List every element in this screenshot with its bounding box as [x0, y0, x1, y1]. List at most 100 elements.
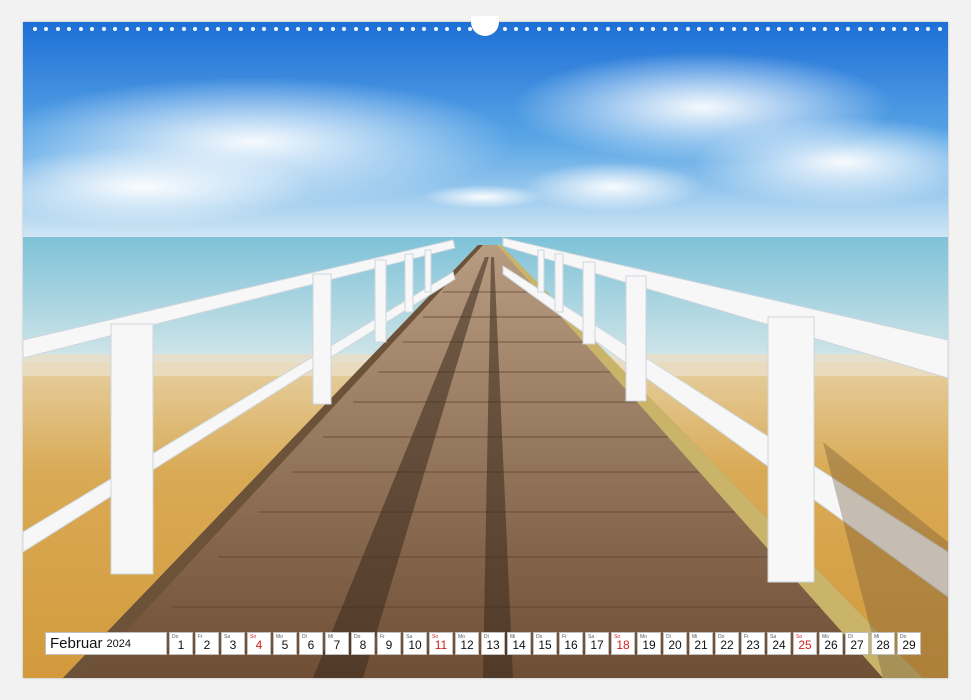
binding-hole: [376, 27, 381, 31]
day-number: 10: [408, 638, 422, 652]
day-cell: Fr 2: [195, 632, 219, 655]
binding-hole: [548, 27, 553, 31]
day-number: 23: [746, 638, 760, 652]
day-cell: Sa 24: [767, 632, 791, 655]
binding-hole: [594, 27, 599, 31]
day-cell: Mi 21: [689, 632, 713, 655]
day-number: 19: [642, 638, 656, 652]
binding-hole: [869, 27, 874, 31]
binding-hole: [101, 27, 106, 31]
binding-hole: [44, 27, 49, 31]
binding-hole: [777, 27, 782, 31]
day-number: 13: [486, 638, 500, 652]
binding-hole: [502, 27, 507, 31]
binding-hole: [353, 27, 358, 31]
day-number: 5: [281, 638, 289, 652]
day-number: 12: [460, 638, 474, 652]
day-number: 7: [333, 638, 341, 652]
binding-hole: [720, 27, 725, 31]
month-name: Februar: [50, 635, 103, 652]
day-number: 22: [720, 638, 734, 652]
binding-hole: [788, 27, 793, 31]
day-number: 14: [512, 638, 526, 652]
binding-hole: [342, 27, 347, 31]
day-number: 24: [772, 638, 786, 652]
binding-hole: [433, 27, 438, 31]
month-year: 2024: [106, 637, 132, 650]
binding-hole: [124, 27, 129, 31]
day-number: 20: [668, 638, 682, 652]
binding-hole: [319, 27, 324, 31]
binding-hole: [445, 27, 450, 31]
binding-hole: [250, 27, 255, 31]
day-cell: Di 13: [481, 632, 505, 655]
day-number: 8: [359, 638, 367, 652]
binding-hole: [617, 27, 622, 31]
binding-hole: [697, 27, 702, 31]
day-cell: So 25: [793, 632, 817, 655]
binding-hole: [307, 27, 312, 31]
binding-hole: [158, 27, 163, 31]
binding-hole: [262, 27, 267, 31]
binding-hole: [937, 27, 942, 31]
binding-hole: [204, 27, 209, 31]
day-number: 1: [177, 638, 185, 652]
binding-hole: [731, 27, 736, 31]
binding-hole: [651, 27, 656, 31]
binding-hole: [743, 27, 748, 31]
binding-hole: [662, 27, 667, 31]
day-cell: Mo 5: [273, 632, 297, 655]
day-number: 29: [902, 638, 916, 652]
binding-hole: [136, 27, 141, 31]
day-number: 28: [876, 638, 890, 652]
day-number: 18: [616, 638, 630, 652]
pier-photo: [23, 22, 948, 678]
binding-hole: [914, 27, 919, 31]
day-number: 11: [434, 638, 448, 652]
binding-hole: [754, 27, 759, 31]
day-cell: Do 1: [169, 632, 193, 655]
binding-hole: [456, 27, 461, 31]
binding-hole: [582, 27, 587, 31]
binding-hole: [834, 27, 839, 31]
day-number: 17: [590, 638, 604, 652]
binding-hole: [365, 27, 370, 31]
binding-hole: [170, 27, 175, 31]
binding-hole: [536, 27, 541, 31]
day-cell: Mi 14: [507, 632, 531, 655]
day-cell: Fr 23: [741, 632, 765, 655]
binding-hole: [113, 27, 118, 31]
day-cell: Do 8: [351, 632, 375, 655]
calendar-page: [23, 22, 948, 678]
day-cell: Mo 26: [819, 632, 843, 655]
binding-hole: [823, 27, 828, 31]
day-cells: Do 1 Fr 2 Sa 3 So 4 Mo 5 Di 6 Mi 7 Do 8 Fr 9 Sa 10 So 11 Mo 12 D…: [169, 632, 921, 655]
binding-hole: [525, 27, 530, 31]
day-number: 25: [798, 638, 812, 652]
binding-hole: [330, 27, 335, 31]
binding-hole: [67, 27, 72, 31]
binding-hole: [273, 27, 278, 31]
day-cell: Mi 7: [325, 632, 349, 655]
day-number: 4: [255, 638, 263, 652]
binding-hole: [674, 27, 679, 31]
day-cell: Di 6: [299, 632, 323, 655]
binding-hole: [216, 27, 221, 31]
binding-hole: [181, 27, 186, 31]
day-cell: So 11: [429, 632, 453, 655]
binding-hole: [880, 27, 885, 31]
binding-hole: [296, 27, 301, 31]
day-cell: Sa 10: [403, 632, 427, 655]
binding-hole: [33, 27, 37, 31]
day-cell: Di 20: [663, 632, 687, 655]
binding-hole: [628, 27, 633, 31]
binding-hole: [640, 27, 645, 31]
day-cell: Fr 16: [559, 632, 583, 655]
day-number: 3: [229, 638, 237, 652]
binding-hole: [857, 27, 862, 31]
binding-hole: [284, 27, 289, 31]
binding-hole: [193, 27, 198, 31]
binding-hole: [800, 27, 805, 31]
binding-hole: [514, 27, 519, 31]
day-cell: Di 27: [845, 632, 869, 655]
